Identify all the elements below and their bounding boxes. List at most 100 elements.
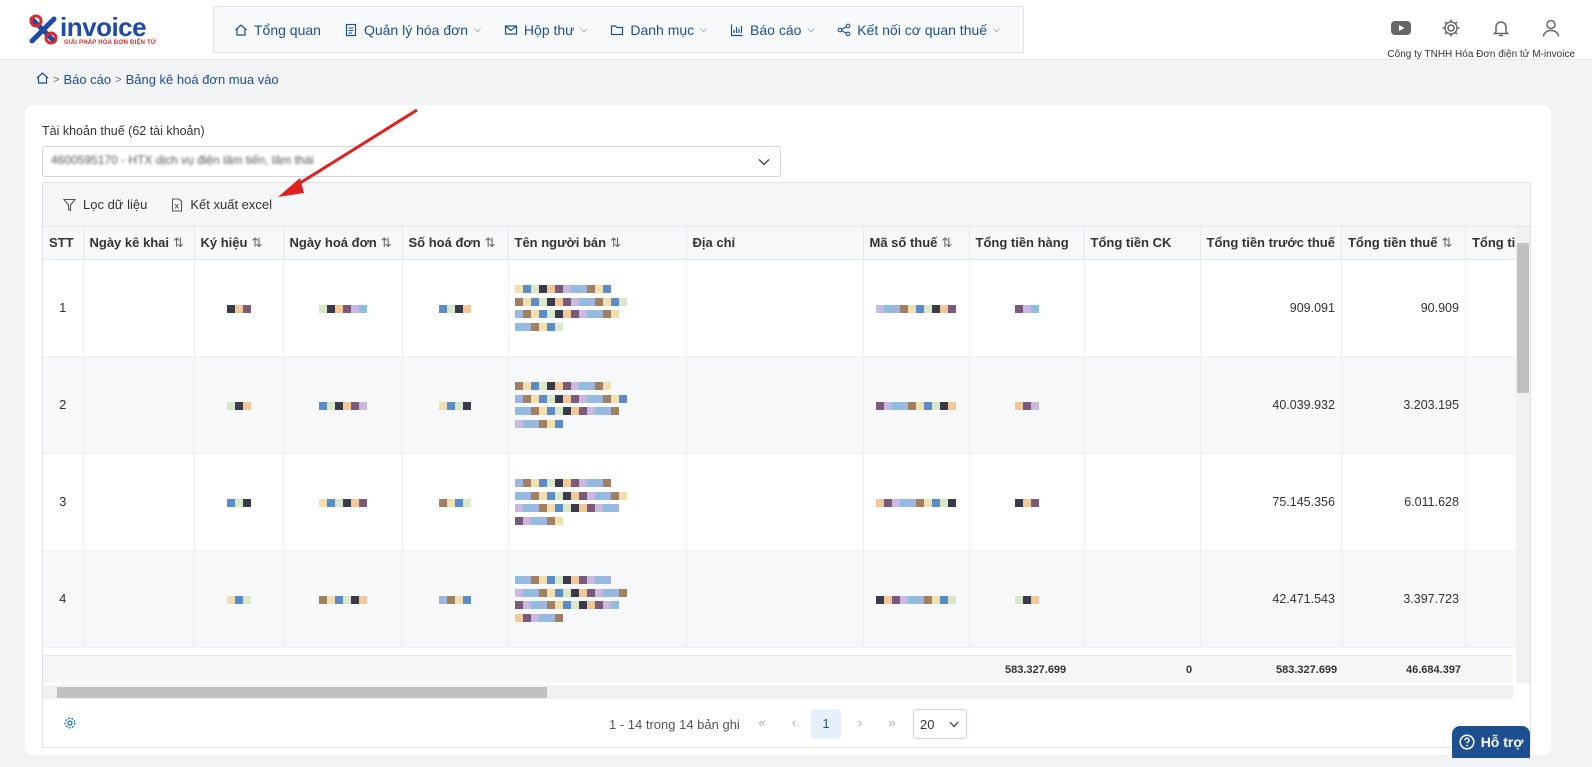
chevron-down-icon: ⌵ <box>700 24 708 34</box>
settings-icon[interactable] <box>63 716 77 733</box>
nav-item-ket-noi-co-quan-thue[interactable]: Kết nối cơ quan thuế ⌵ <box>837 22 1000 38</box>
total-tien-hang: 583.327.699 <box>1005 664 1067 676</box>
col-header-so-hoa-don[interactable]: Số hoá đơn ⇅ <box>402 227 509 260</box>
cell-so-hoa-don <box>402 356 509 454</box>
cell-tong-tien-ck <box>1084 259 1201 357</box>
top-header: invoice GIẢI PHÁP HÓA ĐƠN ĐIỆN TỬ Tổng q… <box>0 0 1592 60</box>
page-button-current[interactable]: 1 <box>811 709 841 739</box>
cell-ngay-hoa-don <box>283 453 403 551</box>
col-header-ten-nguoi-ban[interactable]: Tên người bán ⇅ <box>508 227 687 260</box>
scrollbar-thumb[interactable] <box>1517 243 1529 393</box>
account-value: 4600595170 - HTX dịch vụ điện lâm tiến, … <box>51 153 314 167</box>
gear-icon[interactable] <box>1440 17 1462 39</box>
first-page-button[interactable]: « <box>751 715 773 735</box>
cell-so-hoa-don <box>402 550 509 648</box>
redacted-content <box>514 502 619 514</box>
vertical-scrollbar[interactable] <box>1516 227 1530 683</box>
cell-tong-tien-ck <box>1084 453 1201 551</box>
cell-ma-so-thue <box>863 356 970 454</box>
bell-icon[interactable] <box>1490 17 1512 39</box>
brand-logo[interactable]: invoice GIẢI PHÁP HÓA ĐƠN ĐIỆN TỬ <box>26 11 176 49</box>
grid-toolbar: Lọc dữ liệu Kết xuất excel <box>43 183 1530 227</box>
table-row[interactable]: 4 42.471.543 3.397.723 <box>43 550 1523 648</box>
redacted-content <box>514 393 627 405</box>
chevron-down-icon: ⌵ <box>993 24 1000 34</box>
cell-ngay-ke-khai <box>83 356 195 454</box>
col-header-tong-tien-truoc-thue: Tổng tiền trước thuế <box>1200 227 1342 260</box>
redacted-content <box>876 592 956 607</box>
col-header-ngay-hoa-don[interactable]: Ngày hoá đơn ⇅ <box>283 227 403 260</box>
breadcrumb-item-current[interactable]: Bảng kê hoá đơn mua vào <box>126 72 279 87</box>
cell-stt: 3 <box>43 453 84 551</box>
chevron-down-icon <box>758 155 770 169</box>
nav-item-quan-ly-hoa-don[interactable]: Quản lý hóa đơn ⌵ <box>344 22 481 38</box>
breadcrumb-item-bao-cao[interactable]: Báo cáo <box>63 72 111 87</box>
prev-page-button[interactable]: ‹ <box>783 715 805 735</box>
sort-icon: ⇅ <box>941 234 953 250</box>
col-header-tong-tien-hang: Tổng tiền hàng <box>969 227 1085 260</box>
next-page-button[interactable]: › <box>849 715 871 735</box>
cell-ky-hieu <box>194 259 284 357</box>
cell-ma-so-thue <box>863 453 970 551</box>
redacted-content <box>514 587 627 599</box>
redacted-content <box>514 380 611 392</box>
chevron-down-icon: ⌵ <box>807 24 815 34</box>
cell-tong-tien-truoc-thue: 40.039.932 <box>1200 356 1342 454</box>
bar-chart-icon <box>730 24 743 36</box>
redacted-content <box>876 398 956 413</box>
sort-icon: ⇅ <box>610 234 622 250</box>
page-size-select[interactable]: 20 <box>913 709 967 739</box>
sort-icon: ⇅ <box>251 234 263 250</box>
sort-icon: ⇅ <box>173 234 184 250</box>
table-row[interactable]: 2 40.039.932 3.203.195 <box>43 356 1523 454</box>
col-header-tong-tien-ck: Tổng tiền CK <box>1084 227 1201 260</box>
export-excel-button[interactable]: Kết xuất excel <box>171 197 272 212</box>
home-icon[interactable] <box>36 72 49 87</box>
nav-item-bao-cao[interactable]: Báo cáo ⌵ <box>730 22 814 38</box>
excel-file-icon <box>172 197 183 212</box>
cell-tong-tien-truoc-thue: 75.145.356 <box>1200 453 1342 551</box>
cell-ma-so-thue <box>863 259 970 357</box>
table-body: 1 909.091 90.909 2 40.039.932 3.203.195 … <box>43 259 1523 648</box>
redacted-content <box>514 418 563 430</box>
cell-ngay-ke-khai <box>83 259 195 357</box>
account-label: Tài khoản thuế (62 tài khoản) <box>42 124 205 138</box>
totals-row: 583.327.699 0 583.327.699 46.684.397 <box>43 655 1513 683</box>
brand-name: invoice <box>60 12 147 42</box>
redacted-content <box>514 405 619 417</box>
help-button[interactable]: Hỗ trợ <box>1452 726 1530 758</box>
youtube-icon[interactable] <box>1390 17 1412 39</box>
account-select[interactable]: 4600595170 - HTX dịch vụ điện lâm tiến, … <box>42 146 781 177</box>
redacted-content <box>514 296 627 308</box>
cell-tong-tien <box>1465 356 1523 454</box>
total-thue: 46.684.397 <box>1406 664 1462 676</box>
scrollbar-thumb[interactable] <box>57 687 547 698</box>
brand-tagline: GIẢI PHÁP HÓA ĐƠN ĐIỆN TỬ <box>64 40 157 46</box>
redacted-content <box>514 574 611 586</box>
redacted-content <box>514 321 563 333</box>
table-row[interactable]: 3 75.145.356 6.011.628 <box>43 453 1523 551</box>
horizontal-scrollbar[interactable] <box>43 685 1513 699</box>
col-header-ky-hieu[interactable]: Ký hiệu ⇅ <box>194 227 284 260</box>
last-page-button[interactable]: » <box>881 715 903 735</box>
redacted-content <box>876 301 956 316</box>
cell-ten-nguoi-ban <box>508 356 687 454</box>
cell-so-hoa-don <box>402 259 509 357</box>
redacted-content <box>514 283 611 295</box>
nav-item-tong-quan[interactable]: Tổng quan <box>234 22 321 38</box>
redacted-content <box>1014 592 1039 607</box>
table-row[interactable]: 1 909.091 90.909 <box>43 259 1523 357</box>
filter-button[interactable]: Lọc dữ liệu <box>63 197 147 212</box>
cell-tong-tien <box>1465 259 1523 357</box>
nav-item-hop-thu[interactable]: Hộp thư ⌵ <box>504 22 587 38</box>
col-header-tong-tien: Tổng ti <box>1465 227 1523 260</box>
col-header-tong-tien-thue[interactable]: Tổng tiền thuế ⇅ <box>1341 227 1466 260</box>
cell-tong-tien <box>1465 550 1523 648</box>
sort-icon: ⇅ <box>380 234 392 250</box>
col-header-ma-so-thue[interactable]: Mã số thuế ⇅ <box>863 227 970 260</box>
nav-item-danh-muc[interactable]: Danh mục ⌵ <box>610 22 707 38</box>
col-header-ngay-ke-khai[interactable]: Ngày kê khai ⇅ <box>83 227 195 260</box>
user-icon[interactable] <box>1540 17 1562 39</box>
data-grid: Lọc dữ liệu Kết xuất excel STT Ngày kê k… <box>42 182 1531 748</box>
cell-ten-nguoi-ban <box>508 550 687 648</box>
